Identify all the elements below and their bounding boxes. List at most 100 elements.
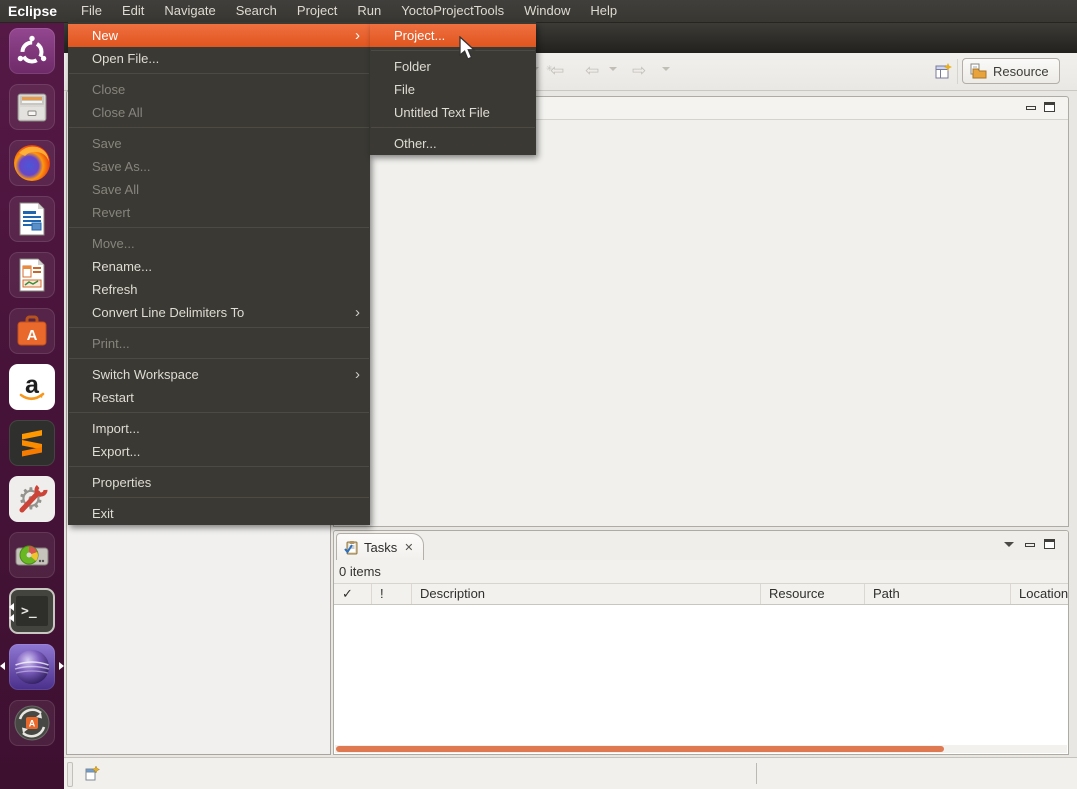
menu-item-refresh[interactable]: Refresh [68,278,370,301]
menu-item-save-as[interactable]: Save As... [68,155,370,178]
submenu-arrow-icon: › [355,28,360,43]
menubar-run[interactable]: Run [347,0,391,22]
tasks-icon [344,540,359,555]
menu-item-new[interactable]: New› [68,24,370,47]
dock-item-libreoffice-writer[interactable] [9,196,55,242]
column-priority[interactable]: ! [372,584,412,604]
forward-icon[interactable]: ⇨ [632,60,646,82]
dock-item-software-updater[interactable]: A [9,700,55,746]
menu-item-convert-line-delimiters[interactable]: Convert Line Delimiters To› [68,301,370,324]
file-manager-icon [10,85,54,129]
svg-text:a: a [25,371,40,399]
dock-item-amazon[interactable]: a [9,364,55,410]
menu-separator [371,50,535,51]
column-completed[interactable]: ✓ [334,584,372,604]
back-dropdown-icon[interactable] [609,67,617,75]
svg-text:>_: >_ [21,604,37,619]
eclipse-icon [10,645,54,689]
impress-icon [10,253,54,297]
menu-item-rename[interactable]: Rename... [68,255,370,278]
scrollbar-thumb[interactable] [336,746,944,752]
dock-item-eclipse-ide[interactable] [9,644,55,690]
terminal-icon: >_ [10,589,54,633]
editor-area [333,96,1069,527]
menu-item-properties[interactable]: Properties [68,471,370,494]
amazon-icon: a [10,365,54,409]
dock-item-firefox[interactable] [9,140,55,186]
menu-separator [69,73,369,74]
menu-separator [69,412,369,413]
submenu-item-file[interactable]: File [370,78,536,101]
disk-usage-analyzer-icon [10,533,54,577]
svg-text:A: A [27,327,38,344]
maximize-icon[interactable] [1044,539,1055,549]
file-menu: New› Open File... Close Close All Save S… [68,22,370,525]
horizontal-scrollbar[interactable] [335,745,1067,753]
menubar-file[interactable]: File [71,0,112,22]
menu-item-revert[interactable]: Revert [68,201,370,224]
menu-item-close[interactable]: Close [68,78,370,101]
fast-view-icon[interactable] [83,765,101,783]
view-menu-icon[interactable] [1004,542,1014,552]
resource-folder-icon [970,63,988,79]
forward-dropdown-icon[interactable] [662,67,670,75]
back-icon[interactable]: ⇦ [585,60,599,82]
menu-item-print[interactable]: Print... [68,332,370,355]
menu-separator [69,127,369,128]
resource-perspective-label: Resource [993,64,1049,79]
column-resource[interactable]: Resource [761,584,865,604]
submenu-item-folder[interactable]: Folder [370,55,536,78]
open-perspective-icon[interactable] [935,63,952,80]
last-edit-location-icon[interactable]: ✳⇦ [550,60,564,82]
tasks-tab-row: Tasks ✕ [334,531,1068,561]
unity-launcher: A a ⚙ [0,22,64,789]
menu-item-export[interactable]: Export... [68,440,370,463]
menu-item-save-all[interactable]: Save All [68,178,370,201]
dock-item-ubuntu-software[interactable]: A [9,308,55,354]
menubar-project[interactable]: Project [287,0,347,22]
submenu-item-other[interactable]: Other... [370,132,536,155]
menubar-navigate[interactable]: Navigate [154,0,225,22]
menu-item-move[interactable]: Move... [68,232,370,255]
resource-perspective-button[interactable]: Resource [962,58,1060,84]
close-icon[interactable]: ✕ [402,541,413,554]
dock-item-sublime-text[interactable] [9,420,55,466]
menu-item-switch-workspace[interactable]: Switch Workspace› [68,363,370,386]
menubar-window[interactable]: Window [514,0,580,22]
statusbar-grip [67,762,73,787]
dock-item-libreoffice-impress[interactable] [9,252,55,298]
menubar-yoctoprojecttools[interactable]: YoctoProjectTools [391,0,514,22]
focused-indicator-right [59,662,64,670]
maximize-icon[interactable] [1044,102,1055,112]
running-indicator [9,603,14,611]
tab-tasks-label: Tasks [364,540,397,555]
menu-item-restart[interactable]: Restart [68,386,370,409]
submenu-item-project[interactable]: Project... [370,24,536,47]
column-path[interactable]: Path [865,584,1011,604]
menu-item-save[interactable]: Save [68,132,370,155]
menubar-search[interactable]: Search [226,0,287,22]
dock-item-system-tools[interactable]: ⚙ [9,476,55,522]
tab-tasks[interactable]: Tasks ✕ [336,533,424,560]
menubar-help[interactable]: Help [580,0,627,22]
submenu-item-untitled-text-file[interactable]: Untitled Text File [370,101,536,124]
menu-item-import[interactable]: Import... [68,417,370,440]
tasks-view: Tasks ✕ 0 items ✓ ! Description Resource… [333,530,1069,755]
menu-item-open-file[interactable]: Open File... [68,47,370,70]
sublime-text-icon [10,421,54,465]
global-menubar: Eclipse File Edit Navigate Search Projec… [0,0,1077,23]
dock-item-terminal[interactable]: >_ [9,588,55,634]
dock-item-ubuntu[interactable] [9,28,55,74]
software-updater-icon: A [10,701,54,745]
dock-item-files[interactable] [9,84,55,130]
column-location[interactable]: Location [1011,584,1068,604]
menu-item-close-all[interactable]: Close All [68,101,370,124]
menubar-edit[interactable]: Edit [112,0,154,22]
minimize-icon[interactable] [1025,543,1035,547]
dock-item-disk-usage-analyzer[interactable] [9,532,55,578]
focused-indicator-left [0,662,5,670]
menu-item-exit[interactable]: Exit [68,502,370,525]
column-description[interactable]: Description [412,584,761,604]
menu-separator [69,227,369,228]
minimize-icon[interactable] [1026,106,1036,110]
